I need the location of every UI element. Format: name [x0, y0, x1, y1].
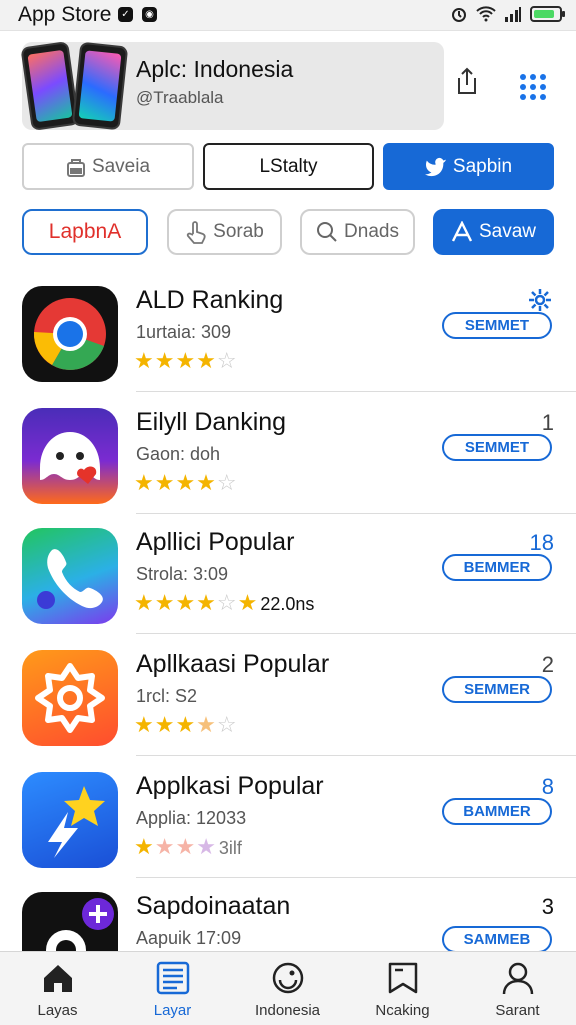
- tab-bar: Layas Layar Indonesia Ncaking Sarant: [0, 951, 576, 1025]
- lapbna-label: LapbnA: [48, 220, 122, 243]
- featured-banner[interactable]: Aplc: Indonesia @Traablala: [20, 41, 444, 131]
- gear-icon[interactable]: [528, 288, 552, 312]
- tab-ncaking[interactable]: Ncaking: [345, 952, 460, 1025]
- search-icon: [316, 221, 338, 243]
- rank-number: 8: [541, 774, 554, 799]
- bird-icon: [424, 157, 447, 177]
- bag-icon: [66, 156, 86, 178]
- app-name: Apllici Popular: [136, 528, 295, 556]
- get-button[interactable]: SEMMET: [442, 312, 552, 339]
- rating-extra: 22.0ns: [260, 594, 315, 614]
- chrome-app-icon: [22, 286, 118, 382]
- hand-icon: [185, 220, 207, 244]
- list-item[interactable]: Applkasi Popular Applia: 12033 ★★★★ 3ilf …: [0, 758, 576, 878]
- rating-extra: 3ilf: [218, 838, 242, 858]
- letter-a-icon: [451, 221, 473, 243]
- app-subtitle: Gaon: doh: [136, 444, 221, 464]
- battery-icon: [530, 6, 565, 22]
- list-item[interactable]: Eilyll Danking Gaon: doh ★★★★☆ 1 SEMMET: [0, 394, 576, 514]
- person-icon: [502, 962, 533, 995]
- globe-icon: [272, 962, 303, 994]
- app-name: Eilyll Danking: [136, 408, 287, 436]
- tab-sarant[interactable]: Sarant: [460, 952, 575, 1025]
- banner-title: Aplc: Indonesia: [136, 56, 294, 82]
- savaw-label: Savaw: [478, 221, 537, 242]
- status-app-name: App Store: [18, 3, 112, 26]
- sorab-label: Sorab: [213, 221, 264, 242]
- banner-handle: @Traablala: [136, 88, 224, 107]
- tab-layar[interactable]: Layar: [115, 952, 230, 1025]
- rank-number: 2: [541, 652, 554, 677]
- saveia-label: Saveia: [91, 155, 151, 177]
- list-item[interactable]: Sapdoinaatan Aapuik 17:09 3 SAMMEB: [0, 878, 576, 952]
- tab-indonesia[interactable]: Indonesia: [230, 952, 345, 1025]
- app-name: Apllkaasi Popular: [136, 650, 330, 678]
- star-rating: ★★★★☆: [134, 712, 238, 737]
- bookmark-book-icon: [388, 962, 417, 994]
- lapbna-chip[interactable]: LapbnA: [22, 209, 148, 255]
- ghost-app-icon: [22, 408, 118, 504]
- alarm-icon: [452, 8, 466, 22]
- list-item[interactable]: Apllkaasi Popular 1rcl: S2 ★★★★☆ 2 SEMME…: [0, 636, 576, 756]
- app-subtitle: Applia: 12033: [136, 808, 247, 828]
- get-button[interactable]: SEMMER: [442, 676, 552, 703]
- dnads-chip[interactable]: Dnads: [300, 209, 415, 255]
- share-icon[interactable]: [454, 66, 480, 96]
- sorab-chip[interactable]: Sorab: [167, 209, 282, 255]
- tab-label: Ncaking: [375, 1002, 430, 1019]
- list-item[interactable]: Apllici Popular Strola: 3:09 ★★★★☆★ 22.0n…: [0, 514, 576, 634]
- star-rating: ★★★★☆★ 22.0ns: [134, 590, 315, 615]
- rank-number: 18: [529, 530, 554, 555]
- star-bolt-app-icon: [22, 772, 118, 868]
- dnads-label: Dnads: [344, 221, 399, 242]
- app-subtitle: Strola: 3:09: [136, 564, 229, 584]
- sapbin-label: Sapbin: [452, 155, 513, 177]
- app-name: ALD Ranking: [136, 286, 284, 314]
- tab-label: Indonesia: [254, 1002, 321, 1019]
- app-subtitle: Aapuik 17:09: [136, 928, 242, 948]
- get-button[interactable]: BEMMER: [442, 554, 552, 581]
- app-subtitle: 1rcl: S2: [136, 686, 198, 706]
- list-item[interactable]: ALD Ranking 1urtaia: 309 ★★★★☆ SEMMET: [0, 272, 576, 392]
- star-rating: ★★★★☆: [134, 348, 238, 373]
- rank-number: 1: [541, 410, 554, 435]
- status-bar: App Store ✓ ◉: [0, 0, 576, 31]
- newspaper-icon: [156, 961, 189, 995]
- status-app-icon: ✓: [118, 7, 133, 22]
- app-name: Applkasi Popular: [136, 772, 324, 800]
- divider: [136, 633, 576, 634]
- status-app-icon-2: ◉: [142, 7, 157, 22]
- phones-image: [20, 41, 129, 131]
- star-rating: ★★★★☆: [134, 470, 238, 495]
- star-rating: ★★★★ 3ilf: [134, 834, 242, 859]
- grid-menu-icon[interactable]: [520, 74, 546, 100]
- app-subtitle: 1urtaia: 309: [136, 322, 232, 342]
- get-button[interactable]: SAMMEB: [442, 926, 552, 952]
- lstalty-button[interactable]: LStalty: [203, 143, 374, 190]
- get-button[interactable]: SEMMET: [442, 434, 552, 461]
- signal-icon: [505, 7, 521, 22]
- tab-label: Layas: [37, 1002, 78, 1019]
- sapbin-button[interactable]: Sapbin: [383, 143, 554, 190]
- divider: [136, 391, 576, 392]
- savaw-chip[interactable]: Savaw: [433, 209, 554, 255]
- flower-app-icon: [22, 650, 118, 746]
- camera-app-icon: [22, 892, 118, 952]
- divider: [136, 755, 576, 756]
- home-icon: [43, 965, 72, 992]
- get-button[interactable]: BAMMER: [442, 798, 552, 825]
- tab-label: Layar: [153, 1002, 192, 1019]
- wifi-icon: [476, 6, 496, 22]
- app-name: Sapdoinaatan: [136, 892, 291, 920]
- tab-layas[interactable]: Layas: [0, 952, 115, 1025]
- tab-label: Sarant: [495, 1002, 540, 1019]
- lstalty-label: LStalty: [259, 155, 318, 177]
- phone-app-icon: [22, 528, 118, 624]
- rank-number: 3: [541, 894, 554, 919]
- saveia-button[interactable]: Saveia: [22, 143, 194, 190]
